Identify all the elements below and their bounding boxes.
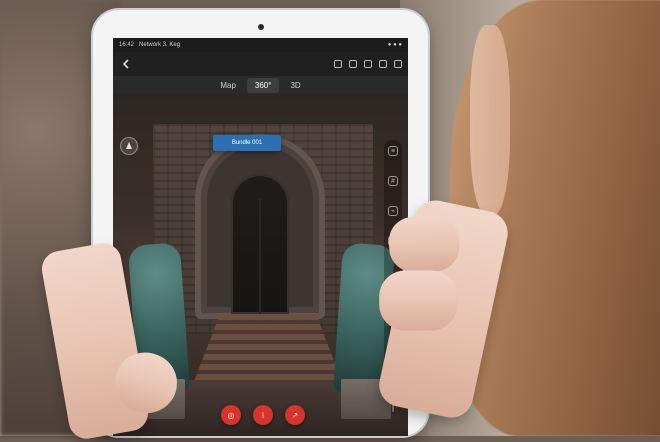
filter-icon[interactable]: ⌁ [388, 206, 398, 216]
compass-button[interactable] [120, 137, 138, 155]
person-cheek [470, 25, 510, 215]
compass-icon [126, 141, 132, 149]
status-app-name: Network 3. Keg [139, 42, 181, 48]
header-action-4[interactable] [379, 60, 387, 68]
photo-scene: 16:42 Network 3. Keg ● ● ● Map 360° 3D B… [0, 0, 660, 442]
bottom-actions: ◎ i ↗ [221, 404, 305, 426]
info-icon: i [262, 410, 264, 420]
status-time: 16:42 [119, 42, 135, 48]
status-right: ● ● ● [387, 42, 402, 48]
tab-map[interactable]: Map [212, 78, 244, 93]
header-action-2[interactable] [349, 60, 357, 68]
view-tabs: Map 360° 3D [113, 76, 408, 94]
info-button[interactable]: i [253, 405, 273, 425]
front-camera [257, 24, 264, 30]
door-split [259, 199, 261, 314]
app-header [113, 52, 408, 76]
layers-icon[interactable]: ≡ [388, 146, 398, 156]
header-action-1[interactable] [334, 60, 342, 68]
chevron-left-icon [123, 59, 129, 69]
share-icon: ↗ [291, 410, 299, 420]
header-actions [334, 60, 402, 68]
tab-3d[interactable]: 3D [282, 78, 308, 93]
target-icon: ◎ [227, 410, 235, 420]
right-fingers-bottom [379, 270, 458, 331]
bundle-button[interactable]: Bundle 001 [213, 135, 281, 151]
grid-icon[interactable]: # [388, 176, 398, 186]
status-bar: 16:42 Network 3. Keg ● ● ● [113, 38, 408, 52]
header-action-3[interactable] [364, 60, 372, 68]
tab-360[interactable]: 360° [246, 77, 280, 93]
bundle-label: Bundle 001 [231, 140, 263, 146]
back-button[interactable] [119, 57, 133, 71]
status-left: 16:42 Network 3. Keg [119, 42, 180, 48]
header-action-5[interactable] [394, 60, 402, 68]
right-fingers-top [388, 215, 461, 273]
share-button[interactable]: ↗ [285, 405, 305, 425]
target-button[interactable]: ◎ [221, 405, 241, 425]
